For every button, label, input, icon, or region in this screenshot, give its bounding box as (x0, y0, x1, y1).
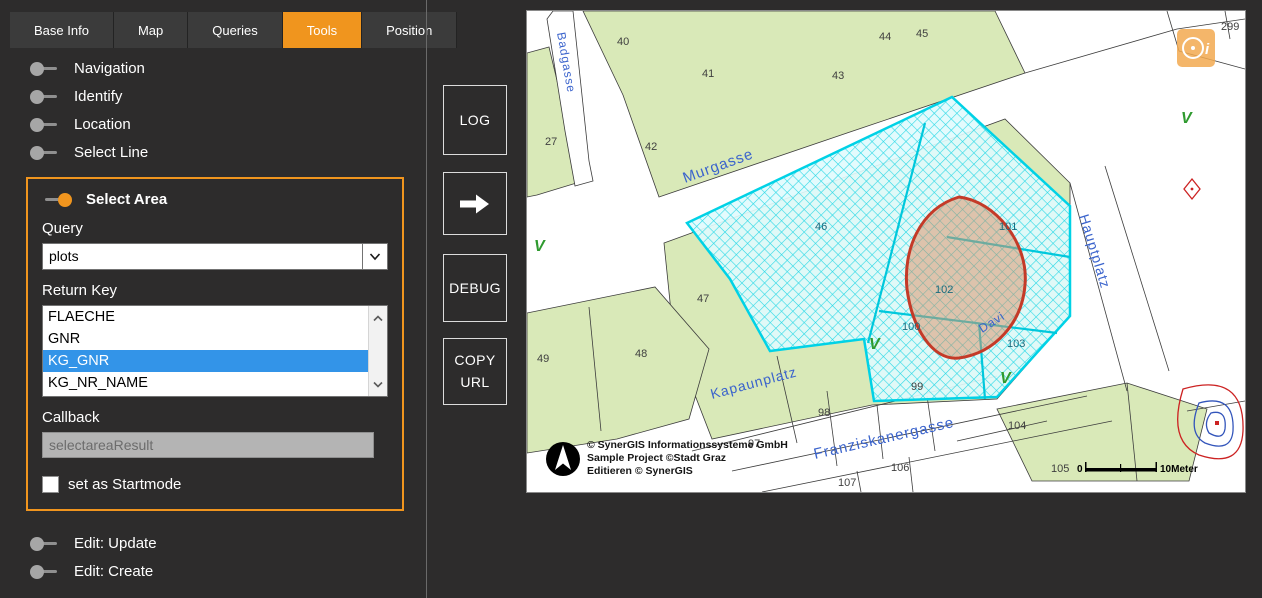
toggle-identify-label: Identify (74, 88, 122, 105)
toggle-select-area[interactable]: Select Area (42, 191, 388, 208)
toggle-select-line[interactable]: Select Line (30, 144, 426, 161)
toggle-navigation-label: Navigation (74, 60, 145, 77)
toggle-switch-on-icon (42, 193, 72, 207)
street-label: Hauptplatz (1076, 212, 1114, 290)
parcel-label: 47 (697, 293, 709, 305)
chevron-down-icon (369, 253, 381, 261)
parcel-label: 105 (1051, 463, 1069, 475)
parcel-label: 101 (999, 221, 1017, 233)
select-area-group: Select Area Query plots Return Key FLAEC… (26, 177, 404, 511)
tools-panel: Navigation Identify Location Select Line… (0, 60, 426, 598)
toggle-select-area-label: Select Area (86, 191, 167, 208)
chevron-up-icon (373, 315, 383, 322)
toggle-location-label: Location (74, 116, 131, 133)
return-key-option-selected[interactable]: KG_GNR (43, 350, 369, 372)
scrollbar-up-button[interactable] (369, 306, 387, 330)
edit-toggles: Edit: Update Edit: Create (30, 535, 426, 580)
parcel-label: 27 (545, 136, 557, 148)
vegetation-marker: V (1181, 110, 1193, 127)
parcel-label: 49 (537, 353, 549, 365)
arrow-right-icon (460, 193, 490, 215)
forward-arrow-button[interactable] (443, 172, 507, 235)
vegetation-marker: V (534, 238, 546, 255)
toggle-edit-create[interactable]: Edit: Create (30, 563, 426, 580)
parcel-label: 44 (879, 31, 891, 43)
dropdown-button[interactable] (362, 244, 387, 269)
app-window: Base Info Map Queries Tools Position Nav… (0, 0, 1262, 598)
scrollbar-down-button[interactable] (369, 372, 387, 396)
toggle-edit-update-label: Edit: Update (74, 535, 157, 552)
tab-position[interactable]: Position (362, 12, 457, 48)
attribution-line: Sample Project ©Stadt Graz (587, 452, 726, 464)
tab-bar: Base Info Map Queries Tools Position (10, 12, 457, 48)
query-label: Query (42, 220, 388, 237)
parcel-label: 102 (935, 284, 953, 296)
map-attribution: © SynerGIS Informationssysteme GmbH Samp… (587, 439, 788, 477)
query-select[interactable]: plots (42, 243, 388, 270)
vegetation-marker: V (1000, 370, 1012, 387)
return-key-option[interactable]: FLAECHE (43, 306, 369, 328)
parcel-label: 98 (818, 407, 830, 419)
toggle-select-line-label: Select Line (74, 144, 148, 161)
parcel-label: 107 (838, 477, 856, 489)
chevron-down-icon (373, 381, 383, 388)
query-selected-value: plots (43, 244, 362, 269)
return-key-listbox: FLAECHE GNR KG_GNR KG_NR_NAME (42, 305, 388, 397)
attribution-line: Editieren © SynerGIS (587, 465, 693, 477)
toggle-navigation[interactable]: Navigation (30, 60, 426, 77)
parcel-label: 40 (617, 36, 629, 48)
toggle-identify[interactable]: Identify (30, 88, 426, 105)
listbox-scrollbar[interactable] (368, 306, 387, 396)
parcel-label: 45 (916, 28, 928, 40)
attribution-line: © SynerGIS Informationssysteme GmbH (587, 439, 788, 451)
startmode-checkbox[interactable] (42, 476, 59, 493)
tab-tools[interactable]: Tools (283, 12, 362, 48)
toggle-switch-icon (30, 118, 60, 132)
toggle-switch-icon (30, 62, 60, 76)
callback-input[interactable] (42, 432, 374, 458)
panel-divider (426, 0, 427, 598)
return-key-option[interactable]: KG_NR_NAME (43, 372, 369, 394)
toggle-edit-create-label: Edit: Create (74, 563, 153, 580)
return-key-option[interactable]: GNR (43, 328, 369, 350)
parcel-label: 103 (1007, 338, 1025, 350)
parcel-label: 43 (832, 70, 844, 82)
return-key-label: Return Key (42, 282, 388, 299)
copy-url-button[interactable]: COPY URL (443, 338, 507, 405)
parcel-label: 48 (635, 348, 647, 360)
toggle-location[interactable]: Location (30, 116, 426, 133)
tab-base-info[interactable]: Base Info (10, 12, 114, 48)
map-tool-button[interactable]: i (1177, 29, 1215, 67)
north-arrow-icon (546, 442, 580, 476)
debug-button[interactable]: DEBUG (443, 254, 507, 322)
tab-queries[interactable]: Queries (188, 12, 283, 48)
parcel-label: 99 (911, 381, 923, 393)
tab-map[interactable]: Map (114, 12, 188, 48)
startmode-row: set as Startmode (42, 476, 388, 493)
log-button[interactable]: LOG (443, 85, 507, 155)
map-view[interactable]: Badgasse Murgasse Hauptplatz Kapaunplatz… (526, 10, 1246, 493)
toggle-switch-icon (30, 90, 60, 104)
toggle-switch-icon (30, 537, 60, 551)
return-key-options: FLAECHE GNR KG_GNR KG_NR_NAME (43, 306, 369, 396)
parcel-label: 46 (815, 221, 827, 233)
parcel-label: 100 (902, 321, 920, 333)
scale-distance-label: 10Meter (1160, 464, 1198, 475)
scale-zero-label: 0 (1077, 464, 1083, 475)
vegetation-marker: V (869, 336, 881, 353)
parcel-label: 41 (702, 68, 714, 80)
toggle-switch-icon (30, 565, 60, 579)
parcel-label: 299 (1221, 21, 1239, 33)
parcel-label: 42 (645, 141, 657, 153)
startmode-label: set as Startmode (68, 476, 181, 493)
parcel-label: 106 (891, 462, 909, 474)
parcel-label: 104 (1008, 420, 1026, 432)
callback-label: Callback (42, 409, 388, 426)
toggle-edit-update[interactable]: Edit: Update (30, 535, 426, 552)
toggle-switch-icon (30, 146, 60, 160)
